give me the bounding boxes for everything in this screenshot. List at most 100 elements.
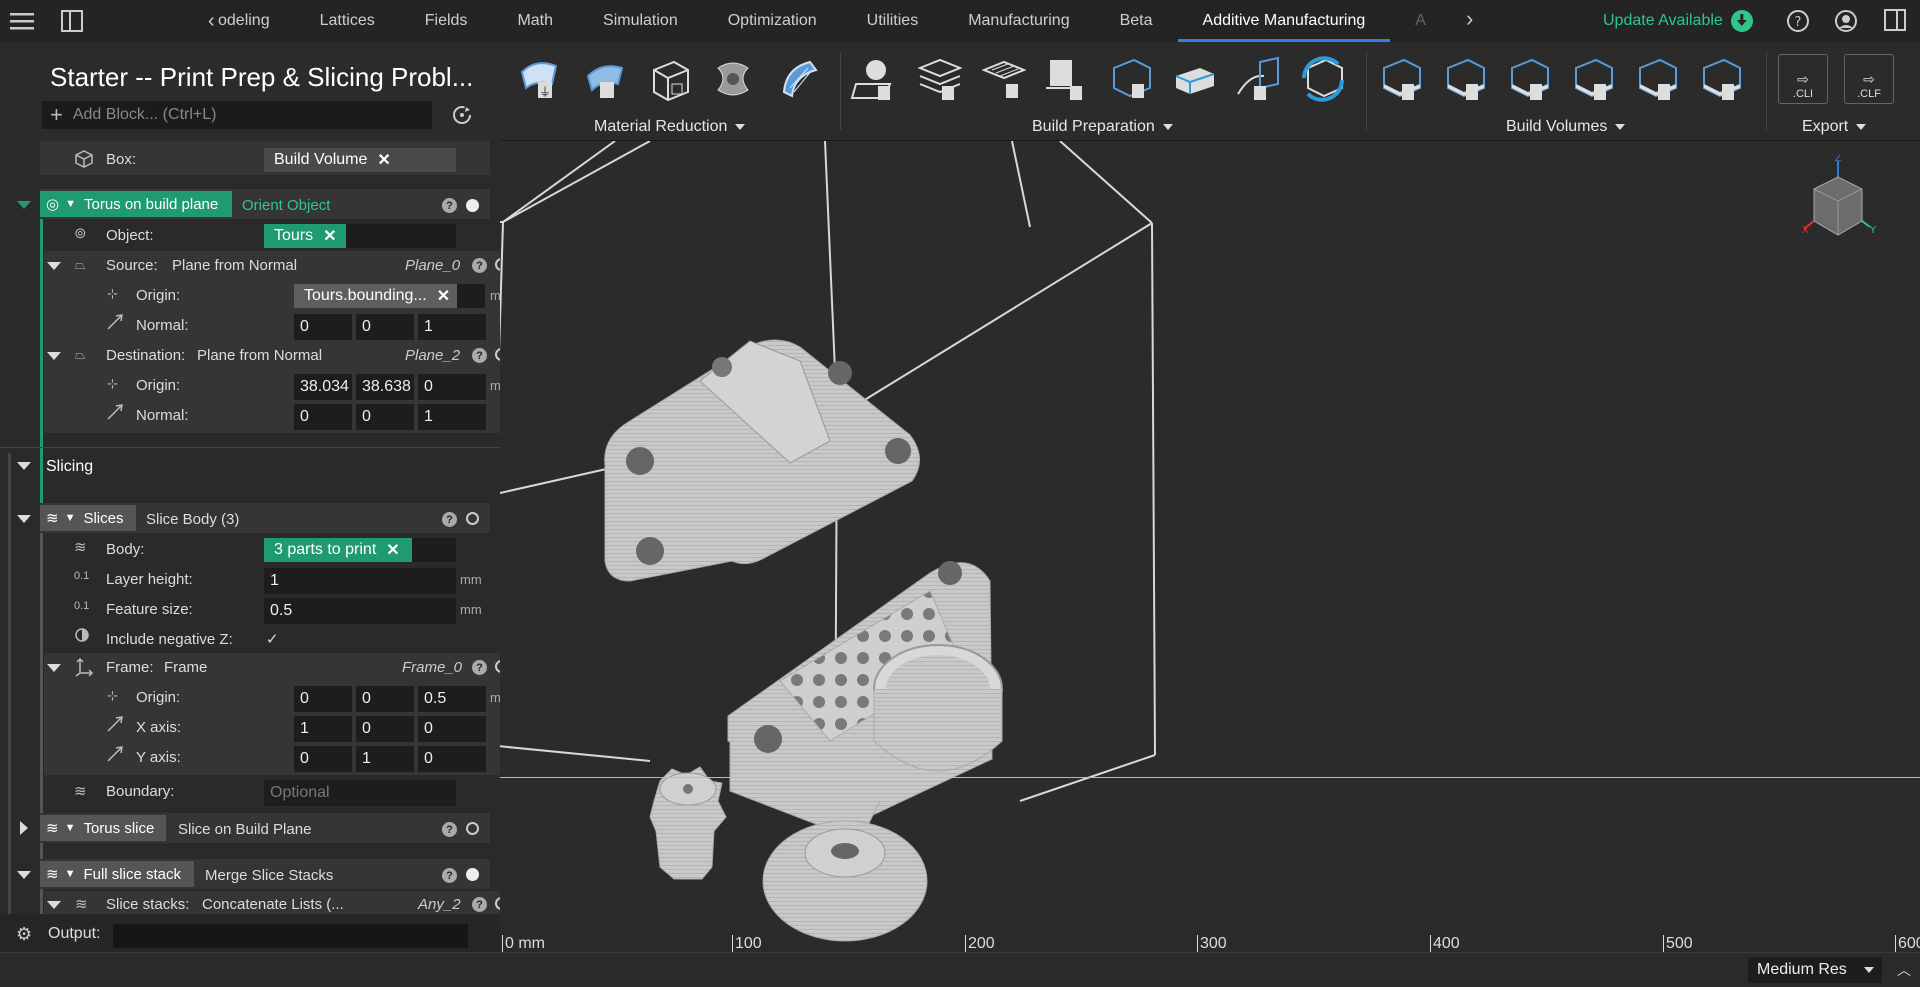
source-normal-y[interactable]: 0 (356, 314, 414, 340)
lattice-plate-part[interactable] (727, 561, 1003, 842)
help-icon[interactable]: ? (442, 512, 457, 527)
frame-xaxis-z[interactable]: 0 (418, 716, 486, 742)
body-value-chip[interactable]: 3 parts to print ✕ (264, 538, 412, 562)
support-icon[interactable] (1042, 54, 1092, 104)
tab-math[interactable]: Math (492, 0, 578, 42)
sync-icon[interactable] (451, 104, 473, 130)
frame-xaxis-x[interactable]: 1 (294, 716, 352, 742)
build-volume-4-icon[interactable] (1568, 54, 1618, 104)
frame-yaxis-y[interactable]: 1 (356, 746, 414, 772)
tabs-scroll-left-icon[interactable]: ‹ (208, 10, 215, 33)
help-icon[interactable]: ? (472, 660, 487, 675)
build-volume-6-icon[interactable] (1696, 54, 1746, 104)
export-menu[interactable]: Export (1802, 118, 1866, 136)
right-panel-toggle-icon[interactable] (1884, 9, 1906, 35)
add-block-input[interactable]: + Add Block... (Ctrl+L) (42, 101, 432, 129)
destination-origin-y[interactable]: 38.638 (356, 374, 414, 400)
help-icon[interactable]: ? (472, 348, 487, 363)
gyroid-icon[interactable] (708, 54, 758, 104)
destination-normal-z[interactable]: 1 (418, 404, 486, 430)
tab-simulation[interactable]: Simulation (578, 0, 703, 42)
build-volume-2-icon[interactable] (1440, 54, 1490, 104)
chevron-up-icon[interactable]: ︿ (1892, 957, 1916, 983)
help-icon[interactable]: ? (442, 822, 457, 837)
build-volume-1-icon[interactable] (1376, 54, 1426, 104)
object-value-chip[interactable]: Tours ✕ (264, 224, 346, 248)
tab-additive-manufacturing[interactable]: Additive Manufacturing (1177, 0, 1391, 42)
box-value-chip[interactable]: Build Volume ✕ (264, 148, 456, 172)
destination-origin-x[interactable]: 38.034 (294, 374, 352, 400)
include-negative-z-checkbox[interactable]: ✓ (266, 625, 279, 653)
boundary-input[interactable]: Optional (264, 780, 456, 806)
block-icon[interactable] (1170, 54, 1220, 104)
tab-truncated[interactable]: A (1390, 0, 1432, 42)
tab-manufacturing[interactable]: Manufacturing (943, 0, 1094, 42)
lattice-cube-icon[interactable] (644, 54, 694, 104)
hatch-pattern-icon[interactable] (978, 54, 1028, 104)
collapse-frame-icon[interactable] (47, 664, 61, 672)
tab-fields[interactable]: Fields (400, 0, 493, 42)
expand-torus-slice-icon[interactable] (20, 821, 28, 835)
3d-viewport[interactable]: Z X Y (500, 141, 1920, 942)
frame-yaxis-x[interactable]: 0 (294, 746, 352, 772)
visibility-dot-icon[interactable] (466, 868, 479, 881)
collapse-slices-icon[interactable] (17, 515, 31, 523)
view-cube[interactable]: Z X Y (1800, 153, 1880, 245)
collapse-full-stack-icon[interactable] (17, 871, 31, 879)
auto-orient-icon[interactable] (1298, 54, 1348, 104)
slice-layers-icon[interactable] (914, 54, 964, 104)
tab-modeling[interactable]: odeling (218, 0, 295, 42)
account-icon[interactable] (1834, 9, 1858, 37)
thicken-tool-icon[interactable] (580, 54, 630, 104)
bracket-part[interactable] (604, 339, 920, 582)
visibility-dot-icon[interactable] (466, 512, 479, 525)
visibility-dot-icon[interactable] (466, 822, 479, 835)
tab-utilities[interactable]: Utilities (842, 0, 944, 42)
build-preparation-menu[interactable]: Build Preparation (1032, 118, 1173, 136)
export-cli-button[interactable]: ⇨ .CLI (1778, 54, 1828, 104)
collapse-slice-stacks-icon[interactable] (47, 901, 61, 909)
full-stack-block-tag[interactable]: ≋ ▼ Full slice stack (40, 861, 194, 887)
collapse-destination-icon[interactable] (47, 352, 61, 360)
destination-normal-x[interactable]: 0 (294, 404, 352, 430)
tab-lattices[interactable]: Lattices (295, 0, 400, 42)
source-normal-x[interactable]: 0 (294, 314, 352, 340)
remove-icon[interactable]: ✕ (323, 226, 336, 246)
gear-part[interactable] (649, 766, 727, 880)
collapse-source-icon[interactable] (47, 262, 61, 270)
feature-size-input[interactable]: 0.5 (264, 598, 456, 624)
tabs-scroll-right-icon[interactable]: › (1466, 6, 1473, 32)
surface-lattice-icon[interactable] (772, 54, 822, 104)
slices-block-tag[interactable]: ≋ ▼ Slices (40, 505, 136, 531)
visibility-dot-icon[interactable] (466, 199, 479, 212)
frame-origin-z[interactable]: 0.5 (418, 686, 486, 712)
build-volume-3-icon[interactable] (1504, 54, 1554, 104)
frame-xaxis-y[interactable]: 0 (356, 716, 414, 742)
source-origin-chip[interactable]: Tours.bounding... ✕ (294, 284, 457, 308)
build-scene[interactable] (500, 141, 1920, 942)
collapse-slicing-section-icon[interactable] (17, 462, 31, 470)
tab-optimization[interactable]: Optimization (703, 0, 842, 42)
help-icon[interactable]: ? (1786, 9, 1810, 37)
source-normal-z[interactable]: 1 (418, 314, 486, 340)
export-clf-button[interactable]: ⇨ .CLF (1844, 54, 1894, 104)
build-volume-5-icon[interactable] (1632, 54, 1682, 104)
shell-tool-icon[interactable]: ⏚ (516, 54, 566, 104)
destination-normal-y[interactable]: 0 (356, 404, 414, 430)
transform-icon[interactable] (1234, 54, 1284, 104)
help-icon[interactable]: ? (472, 897, 487, 912)
frame-origin-x[interactable]: 0 (294, 686, 352, 712)
remove-icon[interactable]: ✕ (437, 286, 450, 306)
remove-icon[interactable]: ✕ (377, 150, 390, 170)
output-field[interactable] (113, 924, 468, 948)
destination-origin-z[interactable]: 0 (418, 374, 486, 400)
update-available-button[interactable]: Update Available (1603, 0, 1753, 42)
gear-icon[interactable]: ⚙ (16, 924, 32, 945)
tab-beta[interactable]: Beta (1095, 0, 1178, 42)
torus-part[interactable] (762, 820, 928, 942)
resolution-select[interactable]: Medium Res (1748, 957, 1882, 983)
torus-slice-block-tag[interactable]: ≋ ▼ Torus slice (40, 815, 166, 841)
help-icon[interactable]: ? (442, 868, 457, 883)
hamburger-menu-icon[interactable] (10, 9, 34, 33)
build-volume-frame-icon[interactable] (1106, 54, 1156, 104)
